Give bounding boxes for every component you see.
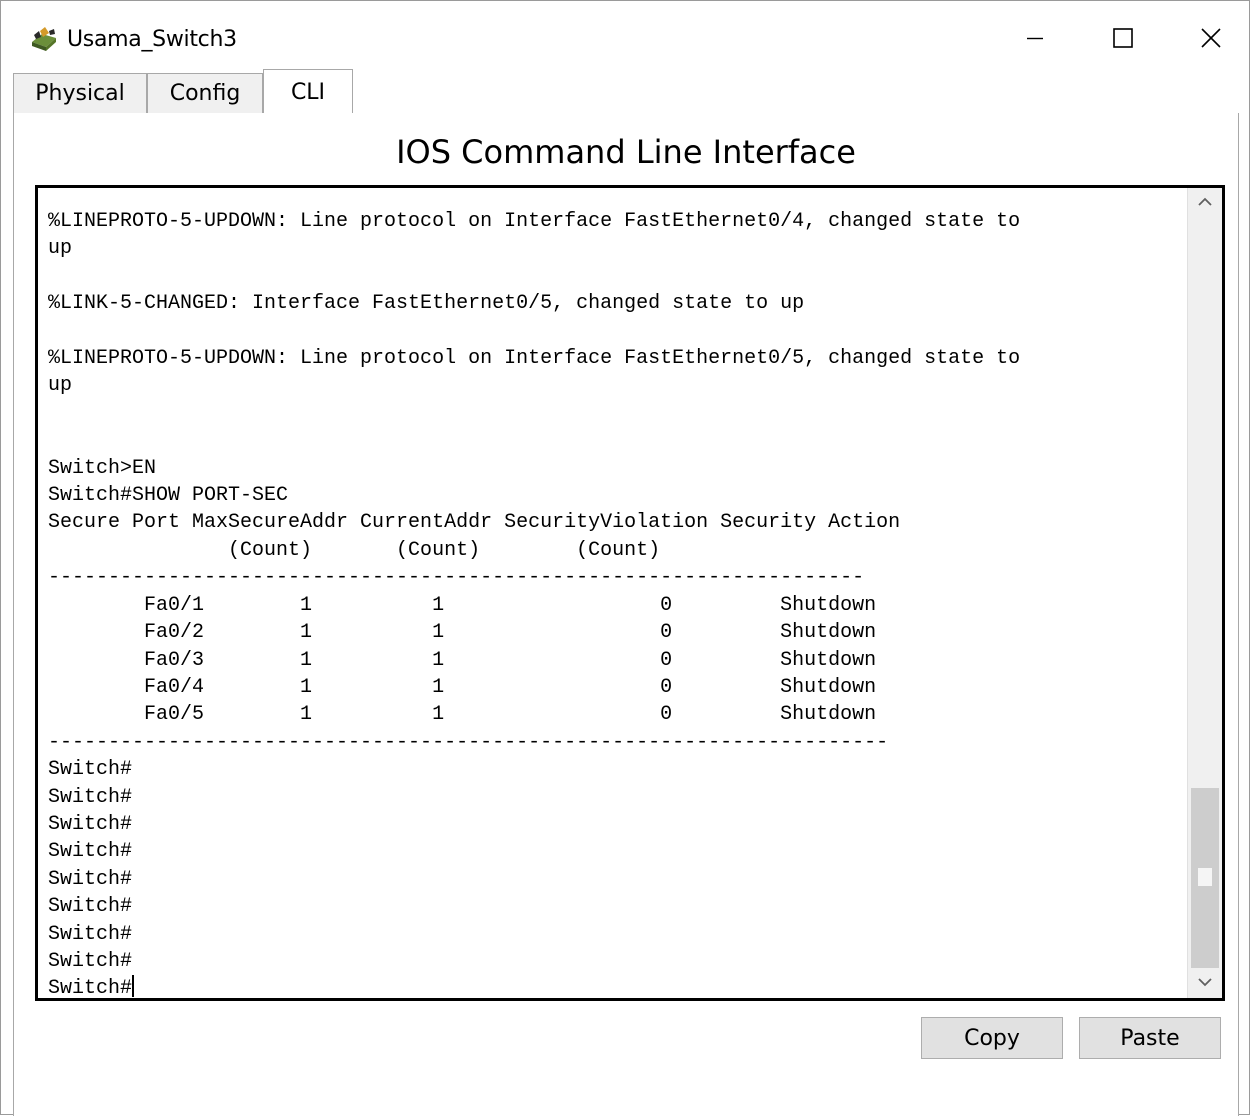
maximize-button[interactable] xyxy=(1093,15,1153,65)
paste-button[interactable]: Paste xyxy=(1079,1017,1221,1059)
terminal-line: Switch# xyxy=(48,812,133,836)
terminal-line: ----------------------------------------… xyxy=(48,730,889,754)
close-icon xyxy=(1200,27,1222,54)
window-title: Usama_Switch3 xyxy=(67,27,237,52)
page-title: IOS Command Line Interface xyxy=(396,133,856,171)
text-cursor xyxy=(132,975,135,998)
minimize-icon xyxy=(1025,28,1045,53)
app-window: Usama_Switch3 Physical Config CLI IOS Co… xyxy=(0,0,1250,1116)
close-button[interactable] xyxy=(1181,15,1241,65)
terminal-prompt: Switch# xyxy=(48,977,133,1001)
terminal-line: Switch# xyxy=(48,785,133,809)
terminal-line: Secure Port MaxSecureAddr CurrentAddr Se… xyxy=(48,511,901,535)
terminal-line: Switch# xyxy=(48,840,133,864)
tab-config[interactable]: Config xyxy=(147,73,263,113)
terminal-line: ----------------------------------------… xyxy=(48,566,865,590)
terminal-line: Fa0/4 1 1 0 Shutdown xyxy=(144,675,877,699)
terminal-line: Switch>EN xyxy=(48,456,157,480)
terminal-line: Fa0/2 1 1 0 Shutdown xyxy=(144,621,877,645)
terminal-line: up xyxy=(48,237,73,261)
switch-app-icon xyxy=(29,25,59,55)
cli-terminal[interactable]: %LINEPROTO-5-UPDOWN: Line protocol on In… xyxy=(35,185,1225,1001)
tab-cli[interactable]: CLI xyxy=(263,69,353,114)
scroll-thumb[interactable] xyxy=(1191,788,1219,968)
terminal-line: Switch# xyxy=(48,949,133,973)
title-bar: Usama_Switch3 xyxy=(1,1,1249,69)
terminal-lines: %LINEPROTO-5-UPDOWN: Line protocol on In… xyxy=(48,210,1020,973)
copy-button[interactable]: Copy xyxy=(921,1017,1063,1059)
terminal-line: up xyxy=(48,374,73,398)
chevron-up-icon xyxy=(1198,194,1212,212)
terminal-line: Switch# xyxy=(48,758,133,782)
terminal-line: Fa0/1 1 1 0 Shutdown xyxy=(144,593,877,617)
minimize-button[interactable] xyxy=(1005,15,1065,65)
terminal-output[interactable]: %LINEPROTO-5-UPDOWN: Line protocol on In… xyxy=(48,208,1188,1001)
scroll-thumb-grip xyxy=(1198,868,1212,886)
tab-strip: Physical Config CLI xyxy=(13,69,1237,114)
scroll-down-button[interactable] xyxy=(1188,968,1222,998)
terminal-line: Switch# xyxy=(48,867,133,891)
terminal-line: Switch# xyxy=(48,922,133,946)
chevron-down-icon xyxy=(1198,974,1212,992)
terminal-line: Switch# xyxy=(48,895,133,919)
terminal-line: Fa0/3 1 1 0 Shutdown xyxy=(144,648,877,672)
terminal-line: %LINEPROTO-5-UPDOWN: Line protocol on In… xyxy=(48,347,1021,371)
terminal-line: Fa0/5 1 1 0 Shutdown xyxy=(144,703,877,727)
terminal-scrollbar[interactable] xyxy=(1187,188,1222,998)
terminal-line: %LINK-5-CHANGED: Interface FastEthernet0… xyxy=(48,292,805,316)
maximize-icon xyxy=(1112,27,1134,54)
scroll-up-button[interactable] xyxy=(1188,188,1222,218)
terminal-line: Switch#SHOW PORT-SEC xyxy=(48,484,289,508)
terminal-line: (Count) (Count) (Count) xyxy=(228,538,661,562)
terminal-line: %LINEPROTO-5-UPDOWN: Line protocol on In… xyxy=(48,210,1021,233)
tab-physical[interactable]: Physical xyxy=(13,73,147,113)
